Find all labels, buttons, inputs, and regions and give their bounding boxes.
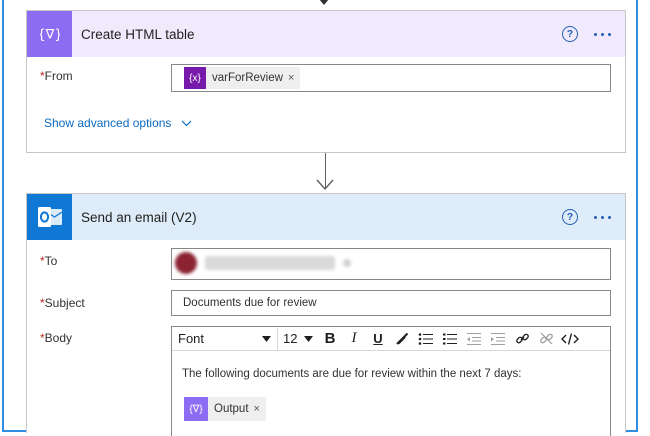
underline-button[interactable]: U: [366, 328, 390, 350]
body-editor[interactable]: Font 12 B I U The following documents ar…: [171, 326, 611, 436]
remove-token-icon: [343, 259, 351, 267]
output-token[interactable]: {∇} Output ×: [184, 397, 266, 421]
from-field[interactable]: {x} varForReview ×: [171, 64, 611, 92]
to-field[interactable]: [171, 248, 611, 280]
help-icon[interactable]: ?: [562, 26, 578, 42]
avatar: [175, 252, 197, 274]
from-label: *From: [40, 69, 73, 83]
font-family-dropdown[interactable]: Font: [172, 327, 278, 350]
more-icon[interactable]: [594, 215, 611, 219]
code-view-icon[interactable]: [558, 328, 582, 350]
token-label: varForReview: [212, 72, 283, 84]
incoming-arrow-icon: [319, 0, 329, 5]
rich-text-toolbar: Font 12 B I U: [172, 327, 610, 351]
remove-token-icon[interactable]: ×: [288, 72, 300, 84]
link-icon[interactable]: [510, 328, 534, 350]
font-value: Font: [178, 331, 205, 346]
data-operation-icon: {∇}: [27, 11, 72, 57]
data-operation-icon: {∇}: [184, 397, 208, 421]
card-header[interactable]: {∇} Create HTML table ?: [27, 11, 625, 57]
card-title: Send an email (V2): [81, 209, 197, 225]
body-label: *Body: [40, 331, 73, 345]
caret-down-icon: [304, 335, 313, 342]
body-text: The following documents are due for revi…: [182, 368, 522, 380]
bulleted-list-icon[interactable]: [414, 328, 438, 350]
italic-button[interactable]: I: [342, 328, 366, 350]
recipient-name-redacted: [205, 256, 335, 270]
size-value: 12: [283, 331, 298, 346]
font-size-dropdown[interactable]: 12: [278, 328, 318, 350]
increase-indent-icon[interactable]: [486, 328, 510, 350]
create-html-table-card[interactable]: {∇} Create HTML table ? *From {x} varFor…: [26, 10, 626, 153]
text-color-icon[interactable]: [390, 328, 414, 350]
outlook-icon: [27, 194, 72, 240]
svg-text:{∇}: {∇}: [40, 28, 60, 43]
bold-button[interactable]: B: [318, 328, 342, 350]
remove-token-icon[interactable]: ×: [254, 403, 266, 415]
chevron-down-icon: [182, 120, 192, 126]
variable-icon: {x}: [184, 67, 206, 89]
help-icon[interactable]: ?: [562, 209, 578, 225]
send-email-card[interactable]: Send an email (V2) ? *To *Subject Docume…: [26, 193, 626, 436]
variable-token[interactable]: {x} varForReview ×: [184, 67, 301, 89]
arrow-down-icon: [316, 179, 334, 191]
more-icon[interactable]: [594, 32, 611, 36]
to-label: *To: [40, 254, 58, 268]
show-advanced-options-link[interactable]: Show advanced options: [44, 116, 192, 130]
token-label: Output: [214, 403, 249, 415]
subject-field[interactable]: Documents due for review: [171, 290, 611, 316]
decrease-indent-icon[interactable]: [462, 328, 486, 350]
subject-value: Documents due for review: [183, 297, 317, 309]
numbered-list-icon[interactable]: [438, 328, 462, 350]
caret-down-icon: [262, 335, 271, 342]
subject-label: *Subject: [40, 296, 85, 310]
advanced-label: Show advanced options: [44, 116, 172, 130]
recipient-token[interactable]: [175, 252, 355, 274]
unlink-icon[interactable]: [534, 328, 558, 350]
card-title: Create HTML table: [81, 26, 195, 42]
card-header[interactable]: Send an email (V2) ?: [27, 194, 625, 240]
